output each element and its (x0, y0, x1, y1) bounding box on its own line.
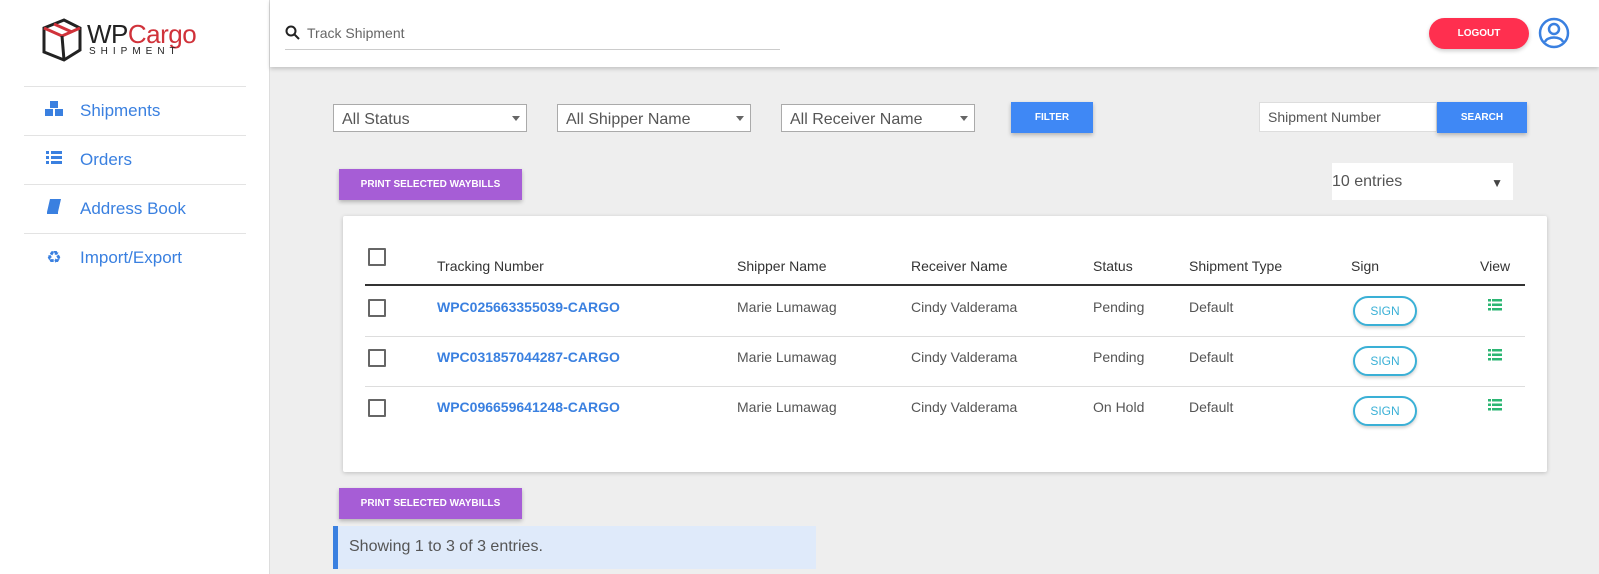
status-filter-value: All Status (342, 111, 410, 128)
tracking-number-link[interactable]: WPC025663355039-CARGO (437, 299, 620, 315)
box-logo-icon (42, 18, 82, 62)
logout-button[interactable]: LOGOUT (1429, 18, 1529, 49)
shipper-name: Marie Lumawag (737, 399, 837, 415)
sidebar-item-orders[interactable]: Orders (24, 135, 246, 184)
status-filter-select[interactable]: All Status (333, 104, 527, 132)
status-text: Pending (1093, 299, 1145, 315)
receiver-filter-value: All Receiver Name (790, 111, 923, 128)
row-checkbox[interactable] (368, 399, 386, 417)
col-header-shipper: Shipper Name (737, 258, 827, 274)
header-divider (365, 284, 1525, 286)
shipper-filter-value: All Shipper Name (566, 111, 691, 128)
receiver-filter-select[interactable]: All Receiver Name (781, 104, 975, 132)
print-selected-waybills-button-bottom[interactable]: PRINT SELECTED WAYBILLS (339, 488, 522, 519)
row-checkbox[interactable] (368, 349, 386, 367)
sidebar-nav: Shipments Orders Address Book ♻ Import/E… (24, 86, 246, 282)
row-divider (365, 386, 1525, 387)
sign-button[interactable]: SIGN (1353, 396, 1417, 426)
tracking-number-link[interactable]: WPC031857044287-CARGO (437, 349, 620, 365)
shipment-type: Default (1189, 299, 1234, 315)
brand-subtitle: SHIPMENT (89, 46, 181, 57)
entries-select[interactable]: 10 entries ▼ (1332, 163, 1513, 200)
brand-logo[interactable]: WPCargo SHIPMENT (40, 16, 210, 64)
col-header-receiver: Receiver Name (911, 258, 1008, 274)
sidebar-item-import-export[interactable]: ♻ Import/Export (24, 233, 246, 282)
cubes-icon (44, 100, 64, 122)
shipper-name: Marie Lumawag (737, 299, 837, 315)
sidebar-item-label: Shipments (80, 101, 161, 120)
col-header-sign: Sign (1351, 258, 1380, 274)
view-list-icon[interactable] (1488, 349, 1502, 361)
shipment-number-input[interactable] (1259, 102, 1437, 132)
sidebar-item-shipments[interactable]: Shipments (24, 86, 246, 135)
track-shipment-input[interactable] (307, 20, 777, 46)
shipper-filter-select[interactable]: All Shipper Name (557, 104, 751, 132)
user-avatar-icon[interactable] (1538, 17, 1570, 49)
view-list-icon[interactable] (1488, 299, 1502, 311)
status-text: Pending (1093, 349, 1145, 365)
receiver-name: Cindy Valderama (911, 299, 1018, 315)
search-icon (285, 25, 300, 40)
entries-info: Showing 1 to 3 of 3 entries. (333, 526, 816, 569)
sidebar-item-label: Orders (80, 150, 132, 169)
col-header-view: View (1480, 258, 1511, 274)
shipper-name: Marie Lumawag (737, 349, 837, 365)
receiver-name: Cindy Valderama (911, 399, 1018, 415)
sidebar-item-label: Address Book (80, 199, 186, 218)
row-divider (365, 336, 1525, 337)
recycle-icon: ♻ (46, 248, 62, 267)
select-all-checkbox[interactable] (368, 248, 386, 266)
entries-value: 10 entries (1332, 173, 1403, 190)
col-header-type: Shipment Type (1189, 258, 1283, 274)
status-text: On Hold (1093, 399, 1145, 415)
search-button[interactable]: SEARCH (1437, 102, 1527, 133)
shipment-type: Default (1189, 399, 1234, 415)
chevron-down-icon (960, 116, 968, 121)
track-shipment-field (285, 20, 780, 50)
sidebar-item-address-book[interactable]: Address Book (24, 184, 246, 233)
view-list-icon[interactable] (1488, 399, 1502, 411)
list-icon (44, 150, 64, 170)
caret-down-icon: ▼ (1491, 176, 1503, 190)
receiver-name: Cindy Valderama (911, 349, 1018, 365)
sidebar: WPCargo SHIPMENT Shipments Orders Addres… (0, 0, 270, 574)
filter-button[interactable]: FILTER (1011, 102, 1093, 133)
sidebar-item-label: Import/Export (80, 248, 183, 267)
chevron-down-icon (512, 116, 520, 121)
row-checkbox[interactable] (368, 299, 386, 317)
topbar: LOGOUT (270, 0, 1599, 67)
col-header-tracking: Tracking Number (437, 258, 544, 274)
chevron-down-icon (736, 116, 744, 121)
shipments-table: Tracking Number Shipper Name Receiver Na… (343, 216, 1547, 472)
tracking-number-link[interactable]: WPC096659641248-CARGO (437, 399, 620, 415)
book-icon (44, 199, 64, 219)
col-header-status: Status (1093, 258, 1133, 274)
print-selected-waybills-button[interactable]: PRINT SELECTED WAYBILLS (339, 169, 522, 200)
sign-button[interactable]: SIGN (1353, 346, 1417, 376)
shipment-type: Default (1189, 349, 1234, 365)
sign-button[interactable]: SIGN (1353, 296, 1417, 326)
